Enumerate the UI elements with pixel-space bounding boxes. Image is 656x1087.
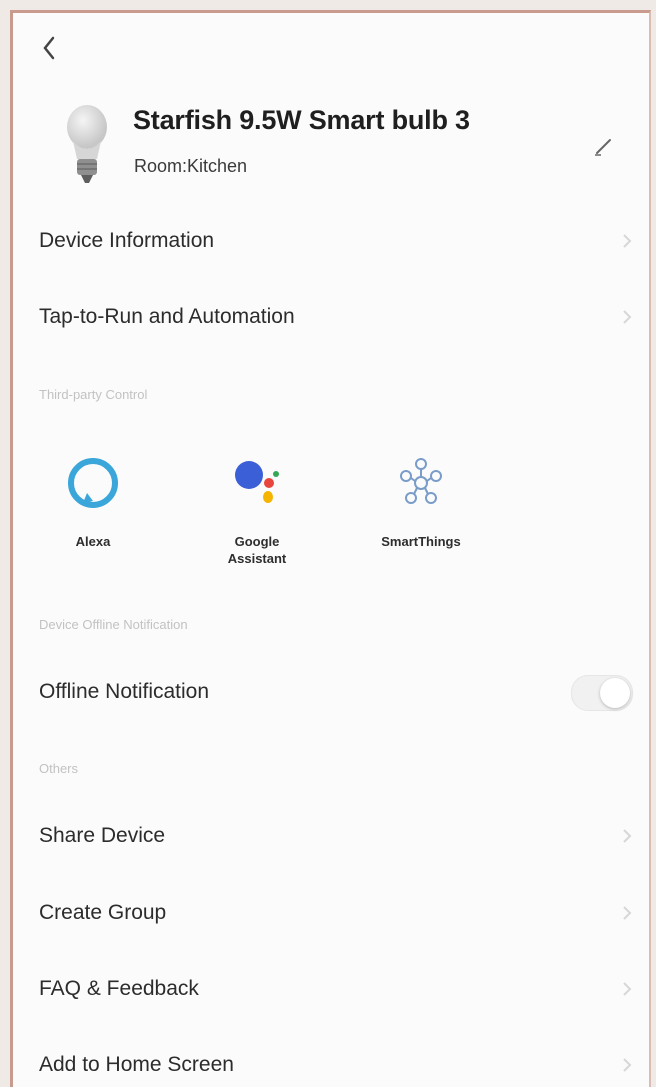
alexa-icon	[68, 458, 118, 508]
chevron-right-icon	[623, 982, 632, 996]
google-assistant-label-line1: Google	[234, 534, 280, 549]
offline-notification-label: Offline Notification	[39, 680, 210, 703]
chevron-right-icon	[623, 234, 632, 248]
tap-to-run-label: Tap-to-Run and Automation	[39, 305, 295, 328]
share-device-row[interactable]: Share Device	[13, 808, 649, 864]
google-assistant-option[interactable]: Google Assistant	[197, 453, 317, 567]
add-to-home-screen-row[interactable]: Add to Home Screen	[13, 1037, 649, 1087]
device-information-row[interactable]: Device Information	[13, 213, 649, 269]
smartthings-option[interactable]: SmartThings	[361, 453, 481, 550]
google-assistant-label: Google Assistant	[197, 533, 317, 567]
settings-screen: Starfish 9.5W Smart bulb 3 Room:Kitchen …	[10, 10, 651, 1087]
smartthings-label: SmartThings	[381, 534, 461, 549]
offline-notification-row: Offline Notification	[13, 664, 649, 720]
chevron-left-icon[interactable]	[35, 33, 65, 63]
faq-feedback-row[interactable]: FAQ & Feedback	[13, 961, 649, 1017]
alexa-label: Alexa	[75, 534, 111, 549]
google-assistant-icon	[235, 461, 279, 503]
toggle-knob	[600, 678, 630, 708]
create-group-row[interactable]: Create Group	[13, 885, 649, 941]
tap-to-run-row[interactable]: Tap-to-Run and Automation	[13, 289, 649, 345]
chevron-right-icon	[623, 1058, 632, 1072]
smartthings-icon	[400, 458, 442, 504]
third-party-section-title: Third-party Control	[39, 387, 148, 402]
faq-feedback-label: FAQ & Feedback	[39, 977, 199, 1000]
chevron-right-icon	[623, 829, 632, 843]
create-group-label: Create Group	[39, 901, 167, 924]
others-section-title: Others	[39, 761, 79, 776]
offline-section-title: Device Offline Notification	[39, 617, 188, 632]
device-name: Starfish 9.5W Smart bulb 3	[133, 105, 470, 135]
bulb-icon	[67, 105, 107, 183]
add-to-home-screen-label: Add to Home Screen	[39, 1053, 234, 1076]
room-label: Room:Kitchen	[134, 156, 248, 176]
alexa-option[interactable]: Alexa	[33, 453, 153, 550]
pencil-icon[interactable]	[591, 133, 617, 159]
chevron-right-icon	[623, 310, 632, 324]
offline-notification-toggle[interactable]	[571, 675, 633, 711]
share-device-label: Share Device	[39, 824, 166, 847]
google-assistant-label-line2: Assistant	[227, 551, 287, 566]
chevron-right-icon	[623, 906, 632, 920]
device-information-label: Device Information	[39, 229, 215, 252]
